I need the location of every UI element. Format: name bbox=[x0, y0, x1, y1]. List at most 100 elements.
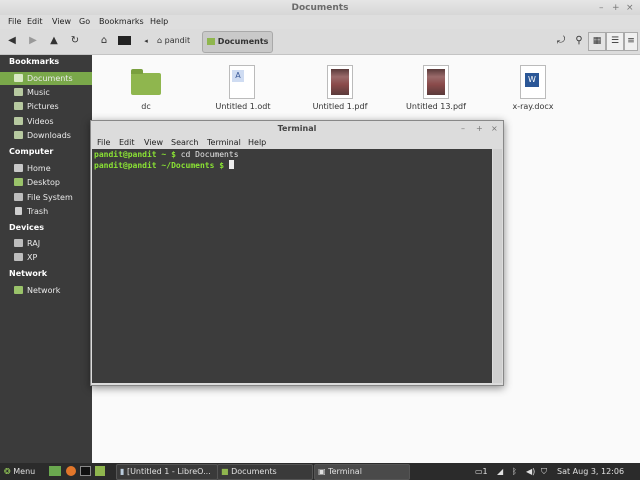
home-small-icon: ⌂ bbox=[157, 36, 163, 45]
task-label: Documents bbox=[231, 467, 277, 476]
terminal-menu-edit[interactable]: Edit bbox=[119, 137, 135, 149]
home-icon[interactable]: ⌂ bbox=[97, 34, 111, 48]
terminal-command: cd Documents bbox=[175, 150, 239, 159]
maximize-icon[interactable]: + bbox=[612, 0, 620, 16]
file-label: Untitled 1.odt bbox=[215, 102, 271, 111]
menu-help[interactable]: Help bbox=[150, 15, 168, 29]
document-icon: ▮ bbox=[120, 467, 125, 476]
network-signal-icon[interactable]: ◢ bbox=[497, 464, 503, 479]
sidebar-item-label: Home bbox=[27, 164, 51, 173]
window-titlebar[interactable]: Documents bbox=[0, 0, 640, 16]
back-icon[interactable]: ◀ bbox=[5, 34, 19, 48]
folder-music-icon bbox=[14, 88, 23, 96]
compact-view-button[interactable]: ≡ bbox=[624, 32, 638, 51]
sidebar-heading-devices: Devices bbox=[9, 223, 44, 232]
breadcrumb-documents[interactable]: Documents bbox=[202, 31, 274, 53]
task-libreoffice[interactable]: ▮ [Untitled 1 - LibreO... bbox=[116, 464, 218, 480]
up-icon[interactable]: ▲ bbox=[47, 34, 61, 48]
terminal-line: pandit@pandit ~ $ cd Documents bbox=[94, 150, 239, 159]
sidebar-item-music[interactable]: Music bbox=[0, 86, 92, 99]
computer-icon[interactable] bbox=[118, 34, 132, 48]
pdf-document-icon bbox=[423, 65, 449, 99]
folder-videos-icon bbox=[14, 117, 23, 125]
sidebar-item-videos[interactable]: Videos bbox=[0, 115, 92, 128]
menu-go[interactable]: Go bbox=[79, 15, 90, 29]
sidebar-item-label: Trash bbox=[27, 207, 49, 216]
terminal-menu-terminal[interactable]: Terminal bbox=[207, 137, 241, 149]
bluetooth-icon[interactable]: ᛒ bbox=[512, 464, 517, 479]
sidebar-item-pictures[interactable]: Pictures bbox=[0, 100, 92, 113]
menu-edit[interactable]: Edit bbox=[27, 15, 43, 29]
task-terminal[interactable]: ▣ Terminal bbox=[314, 464, 410, 480]
notifications-icon[interactable]: ▭1 bbox=[475, 464, 488, 479]
sidebar-item-label: Videos bbox=[27, 117, 54, 126]
menu-view[interactable]: View bbox=[52, 15, 71, 29]
breadcrumb-home[interactable]: ⌂ pandit bbox=[157, 31, 190, 51]
terminal-menu-view[interactable]: View bbox=[144, 137, 163, 149]
terminal-minimize-icon[interactable]: – bbox=[461, 121, 465, 136]
firefox-icon[interactable] bbox=[66, 466, 76, 476]
folder-icon bbox=[131, 69, 161, 95]
files-launcher-icon[interactable] bbox=[95, 466, 105, 476]
window-title: Documents bbox=[291, 3, 349, 13]
terminal-window: Terminal – + × File Edit View Search Ter… bbox=[90, 120, 504, 386]
terminal-cursor bbox=[228, 160, 234, 169]
icon-view-button[interactable]: ▦ bbox=[588, 32, 606, 51]
pdf-document-icon bbox=[327, 65, 353, 99]
forward-icon[interactable]: ▶ bbox=[26, 34, 40, 48]
menu-button[interactable]: ❂ Menu bbox=[4, 464, 35, 479]
menubar: File Edit View Go Bookmarks Help bbox=[0, 15, 640, 29]
search-icon[interactable]: ⚲ bbox=[572, 34, 586, 48]
sidebar-item-label: Downloads bbox=[27, 131, 71, 140]
terminal-menu-search[interactable]: Search bbox=[171, 137, 198, 149]
terminal-icon: ▣ bbox=[318, 467, 326, 476]
sidebar-item-desktop[interactable]: Desktop bbox=[0, 176, 92, 189]
desktop-icon bbox=[14, 178, 23, 186]
trash-icon bbox=[15, 207, 22, 215]
sidebar-item-xp[interactable]: XP bbox=[0, 251, 92, 264]
terminal-maximize-icon[interactable]: + bbox=[476, 121, 483, 136]
sidebar-heading-computer: Computer bbox=[9, 147, 54, 156]
toggle-location-icon[interactable]: ⤾ bbox=[554, 34, 568, 48]
drive-icon bbox=[14, 239, 23, 247]
terminal-close-icon[interactable]: × bbox=[491, 121, 498, 136]
minimize-icon[interactable]: – bbox=[599, 0, 604, 16]
terminal-launcher-icon[interactable] bbox=[80, 466, 91, 476]
task-label: [Untitled 1 - LibreO... bbox=[126, 467, 211, 476]
menu-file[interactable]: File bbox=[8, 15, 21, 29]
sidebar-item-home[interactable]: Home bbox=[0, 162, 92, 175]
menu-bookmarks[interactable]: Bookmarks bbox=[99, 15, 144, 29]
file-label: Untitled 13.pdf bbox=[406, 102, 466, 111]
home-icon bbox=[14, 164, 23, 172]
terminal-titlebar[interactable]: Terminal bbox=[91, 121, 503, 136]
show-desktop-icon[interactable] bbox=[49, 466, 61, 476]
terminal-scrollbar[interactable] bbox=[493, 149, 502, 383]
breadcrumb-current-label: Documents bbox=[217, 37, 269, 46]
folder-downloads-icon bbox=[14, 131, 23, 139]
terminal-prompt: pandit@pandit ~ $ bbox=[94, 150, 176, 159]
sidebar-item-filesystem[interactable]: File System bbox=[0, 191, 92, 204]
shield-icon[interactable]: ⛉ bbox=[541, 464, 547, 479]
sidebar-item-trash[interactable]: Trash bbox=[0, 205, 92, 218]
sidebar-item-label: Desktop bbox=[27, 178, 60, 187]
task-documents[interactable]: ■ Documents bbox=[217, 464, 313, 480]
sidebar-item-raj[interactable]: RAJ bbox=[0, 237, 92, 250]
reload-icon[interactable]: ↻ bbox=[68, 34, 82, 48]
sidebar-item-downloads[interactable]: Downloads bbox=[0, 129, 92, 142]
list-view-button[interactable]: ☰ bbox=[606, 32, 624, 51]
breadcrumb-left-icon[interactable]: ◂ bbox=[139, 34, 153, 48]
volume-icon[interactable]: ◀) bbox=[526, 464, 535, 479]
sidebar-item-network[interactable]: Network bbox=[0, 284, 92, 297]
drive-icon bbox=[14, 253, 23, 261]
terminal-prompt: pandit@pandit ~/Documents $ bbox=[94, 161, 225, 170]
terminal-menu-file[interactable]: File bbox=[97, 137, 110, 149]
close-icon[interactable]: × bbox=[626, 0, 634, 16]
sidebar-item-documents[interactable]: Documents bbox=[0, 72, 92, 85]
sidebar-item-label: Network bbox=[27, 286, 61, 295]
clock[interactable]: Sat Aug 3, 12:06 bbox=[557, 464, 624, 479]
terminal-screen[interactable]: pandit@pandit ~ $ cd Documents pandit@pa… bbox=[92, 149, 492, 383]
terminal-menu-help[interactable]: Help bbox=[248, 137, 266, 149]
sidebar-item-label: Music bbox=[27, 88, 50, 97]
task-label: Terminal bbox=[328, 467, 362, 476]
sidebar: Bookmarks Documents Music Pictures Video… bbox=[0, 55, 92, 463]
